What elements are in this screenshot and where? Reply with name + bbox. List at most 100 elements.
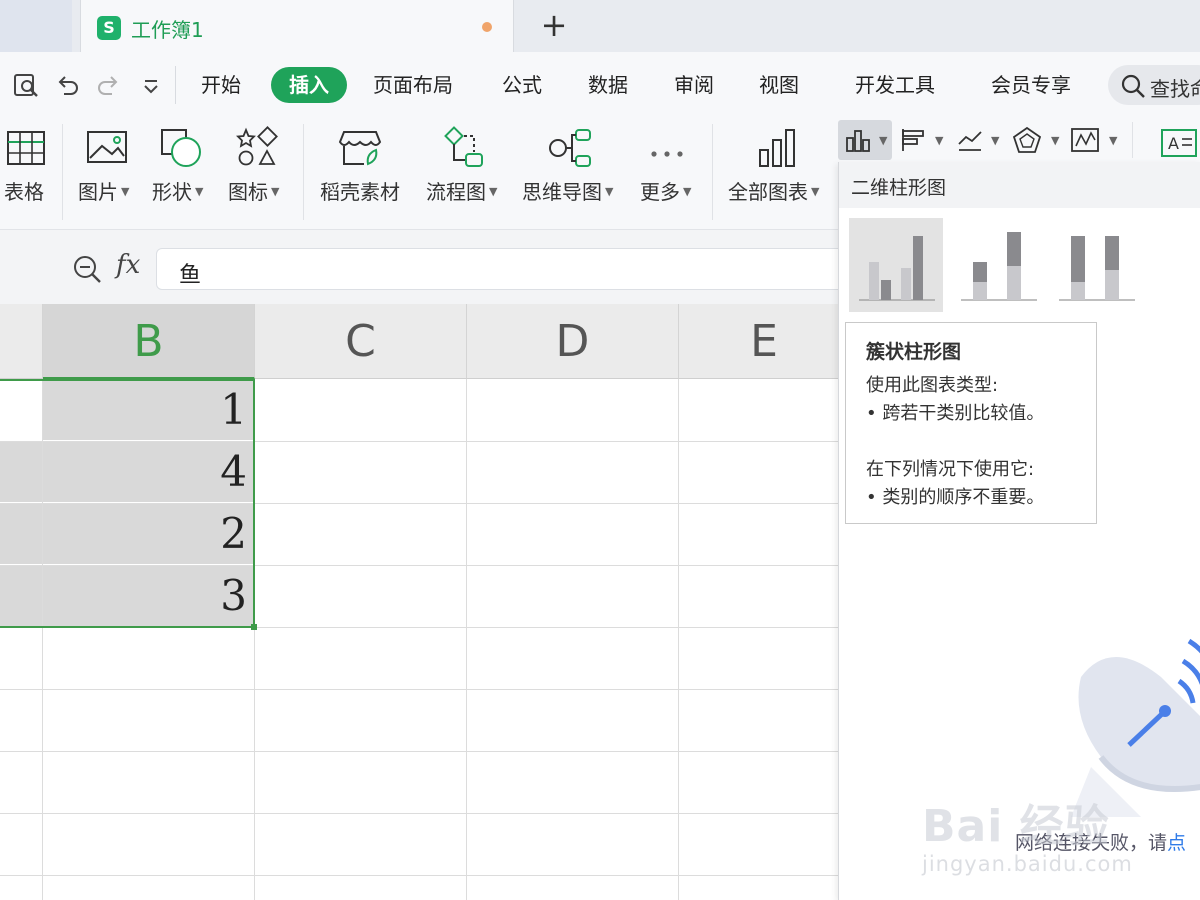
flowchart-button[interactable]: 流程图 ▼ xyxy=(424,118,508,230)
percent-stacked-column-option[interactable] xyxy=(1049,218,1143,312)
ribbon-divider xyxy=(712,124,713,220)
column-header-c[interactable]: C xyxy=(255,304,467,379)
fx-button[interactable]: fx xyxy=(116,250,140,280)
all-charts-button[interactable]: 全部图表 ▼ xyxy=(726,118,830,230)
column-header-d[interactable]: D xyxy=(467,304,679,379)
chevron-down-icon: ▼ xyxy=(811,185,820,198)
new-tab-button[interactable]: + xyxy=(536,8,572,44)
chevron-down-icon: ▼ xyxy=(1109,134,1118,147)
menu-review[interactable]: 审阅 xyxy=(674,72,714,98)
menu-page-layout[interactable]: 页面布局 xyxy=(373,72,453,98)
docer-materials-button[interactable]: 稻壳素材 xyxy=(318,118,408,230)
mindmap-button[interactable]: 思维导图 ▼ xyxy=(520,118,622,230)
baidu-watermark: Bai 经验 jingyan.baidu.com xyxy=(918,768,1200,888)
menu-data[interactable]: 数据 xyxy=(588,72,628,98)
line-chart-dropdown[interactable]: ▼ xyxy=(954,120,1004,160)
percent-stacked-column-thumbnail xyxy=(1059,236,1135,301)
search-placeholder: 查找命 xyxy=(1150,77,1200,101)
unsaved-dot-icon xyxy=(482,22,492,32)
flowchart-icon xyxy=(444,126,483,167)
chevron-down-icon: ▼ xyxy=(195,185,204,198)
chevron-down-icon: ▼ xyxy=(489,185,498,198)
menu-developer[interactable]: 开发工具 xyxy=(855,72,935,98)
insert-icon-label: 图标 xyxy=(228,180,268,204)
selection-border xyxy=(0,379,255,628)
gridline xyxy=(0,751,840,752)
stock-chart-dropdown[interactable]: ▼ xyxy=(1068,120,1122,160)
more-button[interactable]: 更多 ▼ xyxy=(636,118,698,230)
column-header-b[interactable]: B xyxy=(43,304,255,379)
gridline xyxy=(678,379,679,900)
chevron-down-icon: ▼ xyxy=(1051,134,1060,147)
svg-text:A: A xyxy=(1168,134,1179,153)
spreadsheet-app-icon: S xyxy=(97,16,121,40)
previous-tab-stub[interactable] xyxy=(0,0,72,52)
flowchart-label: 流程图 xyxy=(426,180,486,204)
print-preview-icon[interactable] xyxy=(12,72,40,100)
redo-icon[interactable] xyxy=(94,72,122,100)
chevron-down-icon: ▼ xyxy=(271,185,280,198)
insert-icon-button[interactable]: 图标 ▼ xyxy=(226,118,292,230)
chevron-down-icon: ▼ xyxy=(605,185,614,198)
search-box[interactable]: 查找命 xyxy=(1108,65,1200,105)
menu-member[interactable]: 会员专享 xyxy=(991,72,1071,98)
zoom-icon[interactable] xyxy=(72,254,102,284)
docer-materials-label: 稻壳素材 xyxy=(320,180,400,204)
column-header-a[interactable] xyxy=(0,304,43,379)
stacked-column-option[interactable] xyxy=(951,218,1045,312)
fill-handle[interactable] xyxy=(251,624,257,630)
tooltip-line: • 跨若干类别比较值。 xyxy=(866,403,1045,424)
column-chart-dropdown[interactable]: ▼ xyxy=(838,120,892,160)
menu-start[interactable]: 开始 xyxy=(201,72,241,98)
bar-chart-dropdown[interactable]: ▼ xyxy=(898,120,948,160)
formula-input[interactable]: 鱼 xyxy=(156,248,846,290)
chevron-down-icon: ▼ xyxy=(935,134,944,147)
tooltip-title: 簇状柱形图 xyxy=(866,341,962,363)
radar-chart-dropdown[interactable]: ▼ xyxy=(1010,120,1066,160)
undo-icon[interactable] xyxy=(54,72,82,100)
menu-insert[interactable]: 插入 xyxy=(271,67,347,103)
panel-header: 二维柱形图 xyxy=(839,162,1200,208)
stacked-column-thumbnail xyxy=(961,232,1037,301)
formula-bar: fx 鱼 xyxy=(0,230,846,304)
picture-icon xyxy=(87,131,127,163)
menu-divider xyxy=(175,66,176,104)
document-tab[interactable]: S 工作簿1 xyxy=(80,0,514,52)
tooltip-line: 使用此图表类型: xyxy=(866,375,999,396)
mindmap-label: 思维导图 xyxy=(522,180,602,204)
bar-chart-icon xyxy=(759,129,795,167)
gridline xyxy=(0,689,840,690)
clustered-column-option[interactable] xyxy=(849,218,943,312)
column-header-e[interactable]: E xyxy=(679,304,849,379)
menu-view[interactable]: 视图 xyxy=(759,72,799,98)
tooltip-line: 在下列情况下使用它: xyxy=(866,459,1035,480)
customize-quick-access-icon[interactable] xyxy=(137,72,165,100)
insert-shape-label: 形状 xyxy=(152,180,192,204)
gridline xyxy=(0,813,840,814)
chart-type-tooltip: 簇状柱形图 使用此图表类型: • 跨若干类别比较值。 在下列情况下使用它: • … xyxy=(845,322,1097,524)
menu-bar: 开始 插入 页面布局 公式 数据 审阅 视图 开发工具 会员专享 查找命 xyxy=(0,52,1200,118)
textbox-button[interactable]: A xyxy=(1160,124,1200,160)
watermark-logo-text: Bai 经验 xyxy=(922,801,1110,852)
table-icon xyxy=(7,131,45,165)
radar-chart-icon xyxy=(1012,126,1042,153)
ribbon-divider xyxy=(1132,122,1133,158)
more-dots-icon xyxy=(651,151,683,157)
chevron-down-icon: ▼ xyxy=(991,134,1000,147)
gridline xyxy=(0,875,840,876)
panel-title: 二维柱形图 xyxy=(851,177,947,199)
insert-picture-button[interactable]: 图片 ▼ xyxy=(76,118,142,230)
search-icon xyxy=(1121,74,1145,98)
chevron-down-icon: ▼ xyxy=(879,134,888,147)
spreadsheet-grid[interactable]: B C D E 1 4 2 3 xyxy=(0,304,849,900)
chart-quick-bar: ▼ ▼ ▼ ▼ ▼ A xyxy=(838,118,1200,162)
shape-icon xyxy=(161,129,201,167)
ribbon-divider xyxy=(303,124,304,220)
document-tab-title: 工作簿1 xyxy=(131,18,204,42)
insert-table-button[interactable]: 表格 xyxy=(0,118,58,230)
ribbon-divider xyxy=(62,124,63,220)
menu-formulas[interactable]: 公式 xyxy=(502,72,542,98)
all-charts-label: 全部图表 xyxy=(728,180,808,204)
insert-shape-button[interactable]: 形状 ▼ xyxy=(150,118,216,230)
insert-table-label: 表格 xyxy=(4,180,44,204)
